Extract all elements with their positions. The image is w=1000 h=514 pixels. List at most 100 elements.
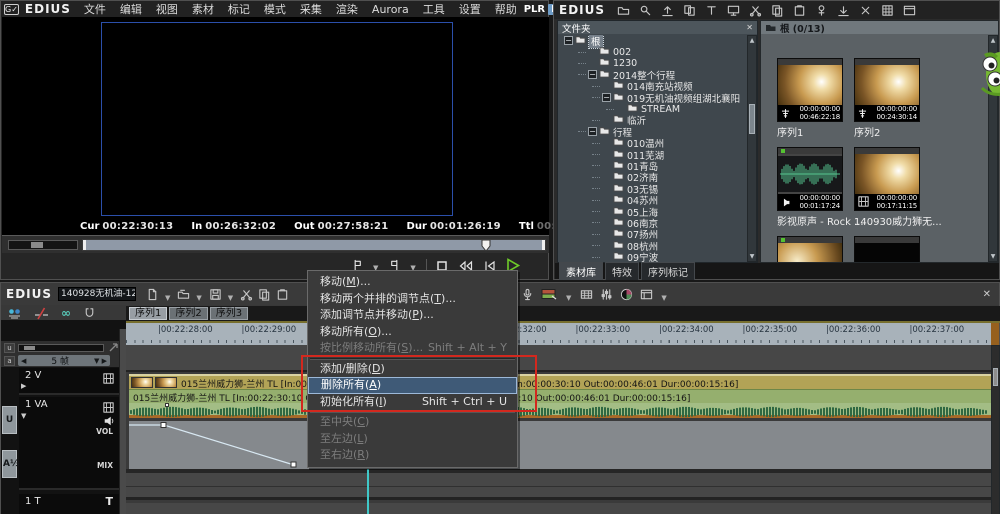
menubar-item-设置[interactable]: 设置 <box>452 1 488 17</box>
menubar-item-工具[interactable]: 工具 <box>416 1 452 17</box>
grid-menu-icon[interactable] <box>881 2 894 18</box>
bin-clip-card[interactable]: 00:00:00:0000:46:22:18 <box>777 58 843 122</box>
search-icon[interactable] <box>639 2 652 18</box>
timeline-close-button[interactable]: ✕ <box>983 289 991 300</box>
folder-tree-scrollbar[interactable]: ▲ ▼ <box>747 35 757 262</box>
menubar-item-帮助[interactable]: 帮助 <box>488 1 524 17</box>
timeline-scrollbar[interactable] <box>991 345 1000 514</box>
menubar-item-标记[interactable]: 标记 <box>221 1 257 17</box>
copy-icon[interactable] <box>771 2 784 18</box>
tree-item-临沂[interactable]: 临沂 <box>560 115 746 126</box>
tree-collapse-icon[interactable]: − <box>588 127 597 136</box>
tree-item-002[interactable]: 002 <box>560 46 746 57</box>
a-track-button[interactable]: A½ <box>2 450 17 478</box>
mic-button[interactable] <box>521 286 534 302</box>
open-folder-button[interactable] <box>177 286 190 302</box>
save-floppy-button[interactable] <box>209 286 222 302</box>
bin-tab-特效[interactable]: 特效 <box>605 262 639 280</box>
folder-tree-scroll-thumb[interactable] <box>749 104 755 134</box>
new-doc-button[interactable] <box>146 286 159 302</box>
position-bar[interactable] <box>82 239 546 251</box>
menu-item-移动所有O[interactable]: 移动所有(O)... <box>308 324 517 341</box>
track-1t-content[interactable] <box>126 473 991 500</box>
frame-step-prev-icon[interactable]: ◀ <box>21 357 26 365</box>
menubar-item-Aurora[interactable]: Aurora <box>365 3 416 16</box>
menu-item-至中央C[interactable]: 至中央(C) <box>308 414 517 431</box>
panel-button[interactable] <box>640 286 653 302</box>
timeline-zoom-slider[interactable] <box>18 344 104 352</box>
tree-item-019无机油视频组湖北襄阳[interactable]: −019无机油视频组湖北襄阳 <box>560 92 746 103</box>
bin-clip-card[interactable]: 00:00:00:0000:01:17:24 <box>777 147 843 211</box>
bin-tab-序列标记[interactable]: 序列标记 <box>641 262 695 280</box>
folder-panel-close-icon[interactable]: ✕ <box>746 23 753 32</box>
plr-indicator[interactable]: PLR <box>524 4 545 15</box>
open-folder-dropdown-icon[interactable]: ▼ <box>195 285 203 304</box>
u-track-button[interactable]: U <box>2 406 17 434</box>
mixer-button[interactable] <box>600 286 613 302</box>
tree-item-根[interactable]: −根 <box>560 35 746 46</box>
sequence-tab-序列3[interactable]: 序列3 <box>210 307 248 320</box>
slip-slash-button[interactable] <box>34 305 49 321</box>
new-doc-dropdown-icon[interactable]: ▼ <box>164 285 172 304</box>
bin-tab-素材库[interactable]: 素材库 <box>559 262 603 280</box>
close-x-icon[interactable] <box>859 2 872 18</box>
paste-button[interactable] <box>276 286 289 302</box>
clip-video-segment[interactable]: 015兰州威力狮-兰州 TL [In:00:22:30:10 Out:00:22… <box>129 374 991 389</box>
paste-icon[interactable] <box>793 2 806 18</box>
shuttle-slider[interactable] <box>8 240 78 250</box>
bin-clip-card[interactable] <box>854 236 920 263</box>
tree-collapse-icon[interactable]: − <box>564 36 573 45</box>
menu-item-至右边R[interactable]: 至右边(R) <box>308 447 517 464</box>
timeline-playhead-line[interactable] <box>367 469 369 514</box>
save-floppy-dropdown-icon[interactable]: ▼ <box>227 285 235 304</box>
menubar-item-编辑[interactable]: 编辑 <box>113 1 149 17</box>
track-1va-collapse-icon[interactable]: ▼ <box>21 412 26 420</box>
track-2v-expand-icon[interactable]: ▶ <box>21 382 26 390</box>
menu-item-移动M[interactable]: 移动(M)... <box>308 274 517 291</box>
menubar-item-模式[interactable]: 模式 <box>257 1 293 17</box>
up-arrow-icon[interactable] <box>661 2 674 18</box>
track-header-1va[interactable]: 1 VA ▼ VOL MIX <box>19 397 119 490</box>
folder-icon[interactable] <box>617 2 630 18</box>
timeline-zoom-handle[interactable] <box>24 346 35 350</box>
scope-circle-button[interactable] <box>620 286 633 302</box>
copy-button[interactable] <box>258 286 271 302</box>
clip-waveform-row[interactable] <box>129 403 991 418</box>
frame-step-control[interactable]: ◀ 5 帧 ▼ ▶ <box>18 355 110 366</box>
export-down-icon[interactable] <box>837 2 850 18</box>
menu-item-至左边L[interactable]: 至左边(L) <box>308 431 517 448</box>
sequence-tab-序列1[interactable]: 序列1 <box>129 307 167 320</box>
track-1a-content[interactable] <box>126 503 991 514</box>
import-pages-icon[interactable] <box>683 2 696 18</box>
clip-color-dropdown-icon[interactable]: ▼ <box>565 285 573 304</box>
mascot-icon[interactable] <box>978 48 1000 100</box>
menubar-item-渲染[interactable]: 渲染 <box>329 1 365 17</box>
track-grid-button[interactable] <box>580 286 593 302</box>
track-2v-content[interactable] <box>126 345 991 372</box>
sequence-tab-序列2[interactable]: 序列2 <box>169 307 207 320</box>
menu-item-移动两个并排的调节点T[interactable]: 移动两个并排的调节点(T)... <box>308 291 517 308</box>
bin-clip-card[interactable] <box>777 236 843 263</box>
bin-clip-card[interactable]: 00:00:00:0000:24:30:14 <box>854 58 920 122</box>
monitor-icon[interactable] <box>727 2 740 18</box>
frame-step-dropdown-icon[interactable]: ▼ ▶ <box>94 357 107 365</box>
tree-item-STREAM[interactable]: STREAM <box>560 103 746 114</box>
tree-collapse-icon[interactable]: − <box>588 70 597 79</box>
volume-rubberband[interactable] <box>129 421 991 469</box>
vol-label[interactable]: VOL <box>96 427 113 436</box>
menubar-item-文件[interactable]: 文件 <box>77 1 113 17</box>
scissors-icon[interactable] <box>749 2 762 18</box>
playhead-marker[interactable] <box>481 240 491 252</box>
title-t-icon[interactable] <box>705 2 718 18</box>
snap-magnet-button[interactable] <box>83 305 96 321</box>
clip-audio-segment[interactable]: 015兰州威力狮-兰州 TL [In:00:22:30:10 Out:00:22… <box>129 389 991 403</box>
scissors-button[interactable] <box>240 286 253 302</box>
menubar-item-素材[interactable]: 素材 <box>185 1 221 17</box>
mix-rubberband-area[interactable] <box>129 421 991 469</box>
sync-dots-button[interactable] <box>7 305 22 321</box>
loop-infinity-button[interactable]: ∞ <box>61 305 71 321</box>
menubar-item-视图[interactable]: 视图 <box>149 1 185 17</box>
clip-color-button[interactable] <box>541 286 558 302</box>
sequence-name-field[interactable]: 140928无机油-1230 <box>58 287 136 301</box>
shuttle-handle[interactable] <box>31 242 43 248</box>
